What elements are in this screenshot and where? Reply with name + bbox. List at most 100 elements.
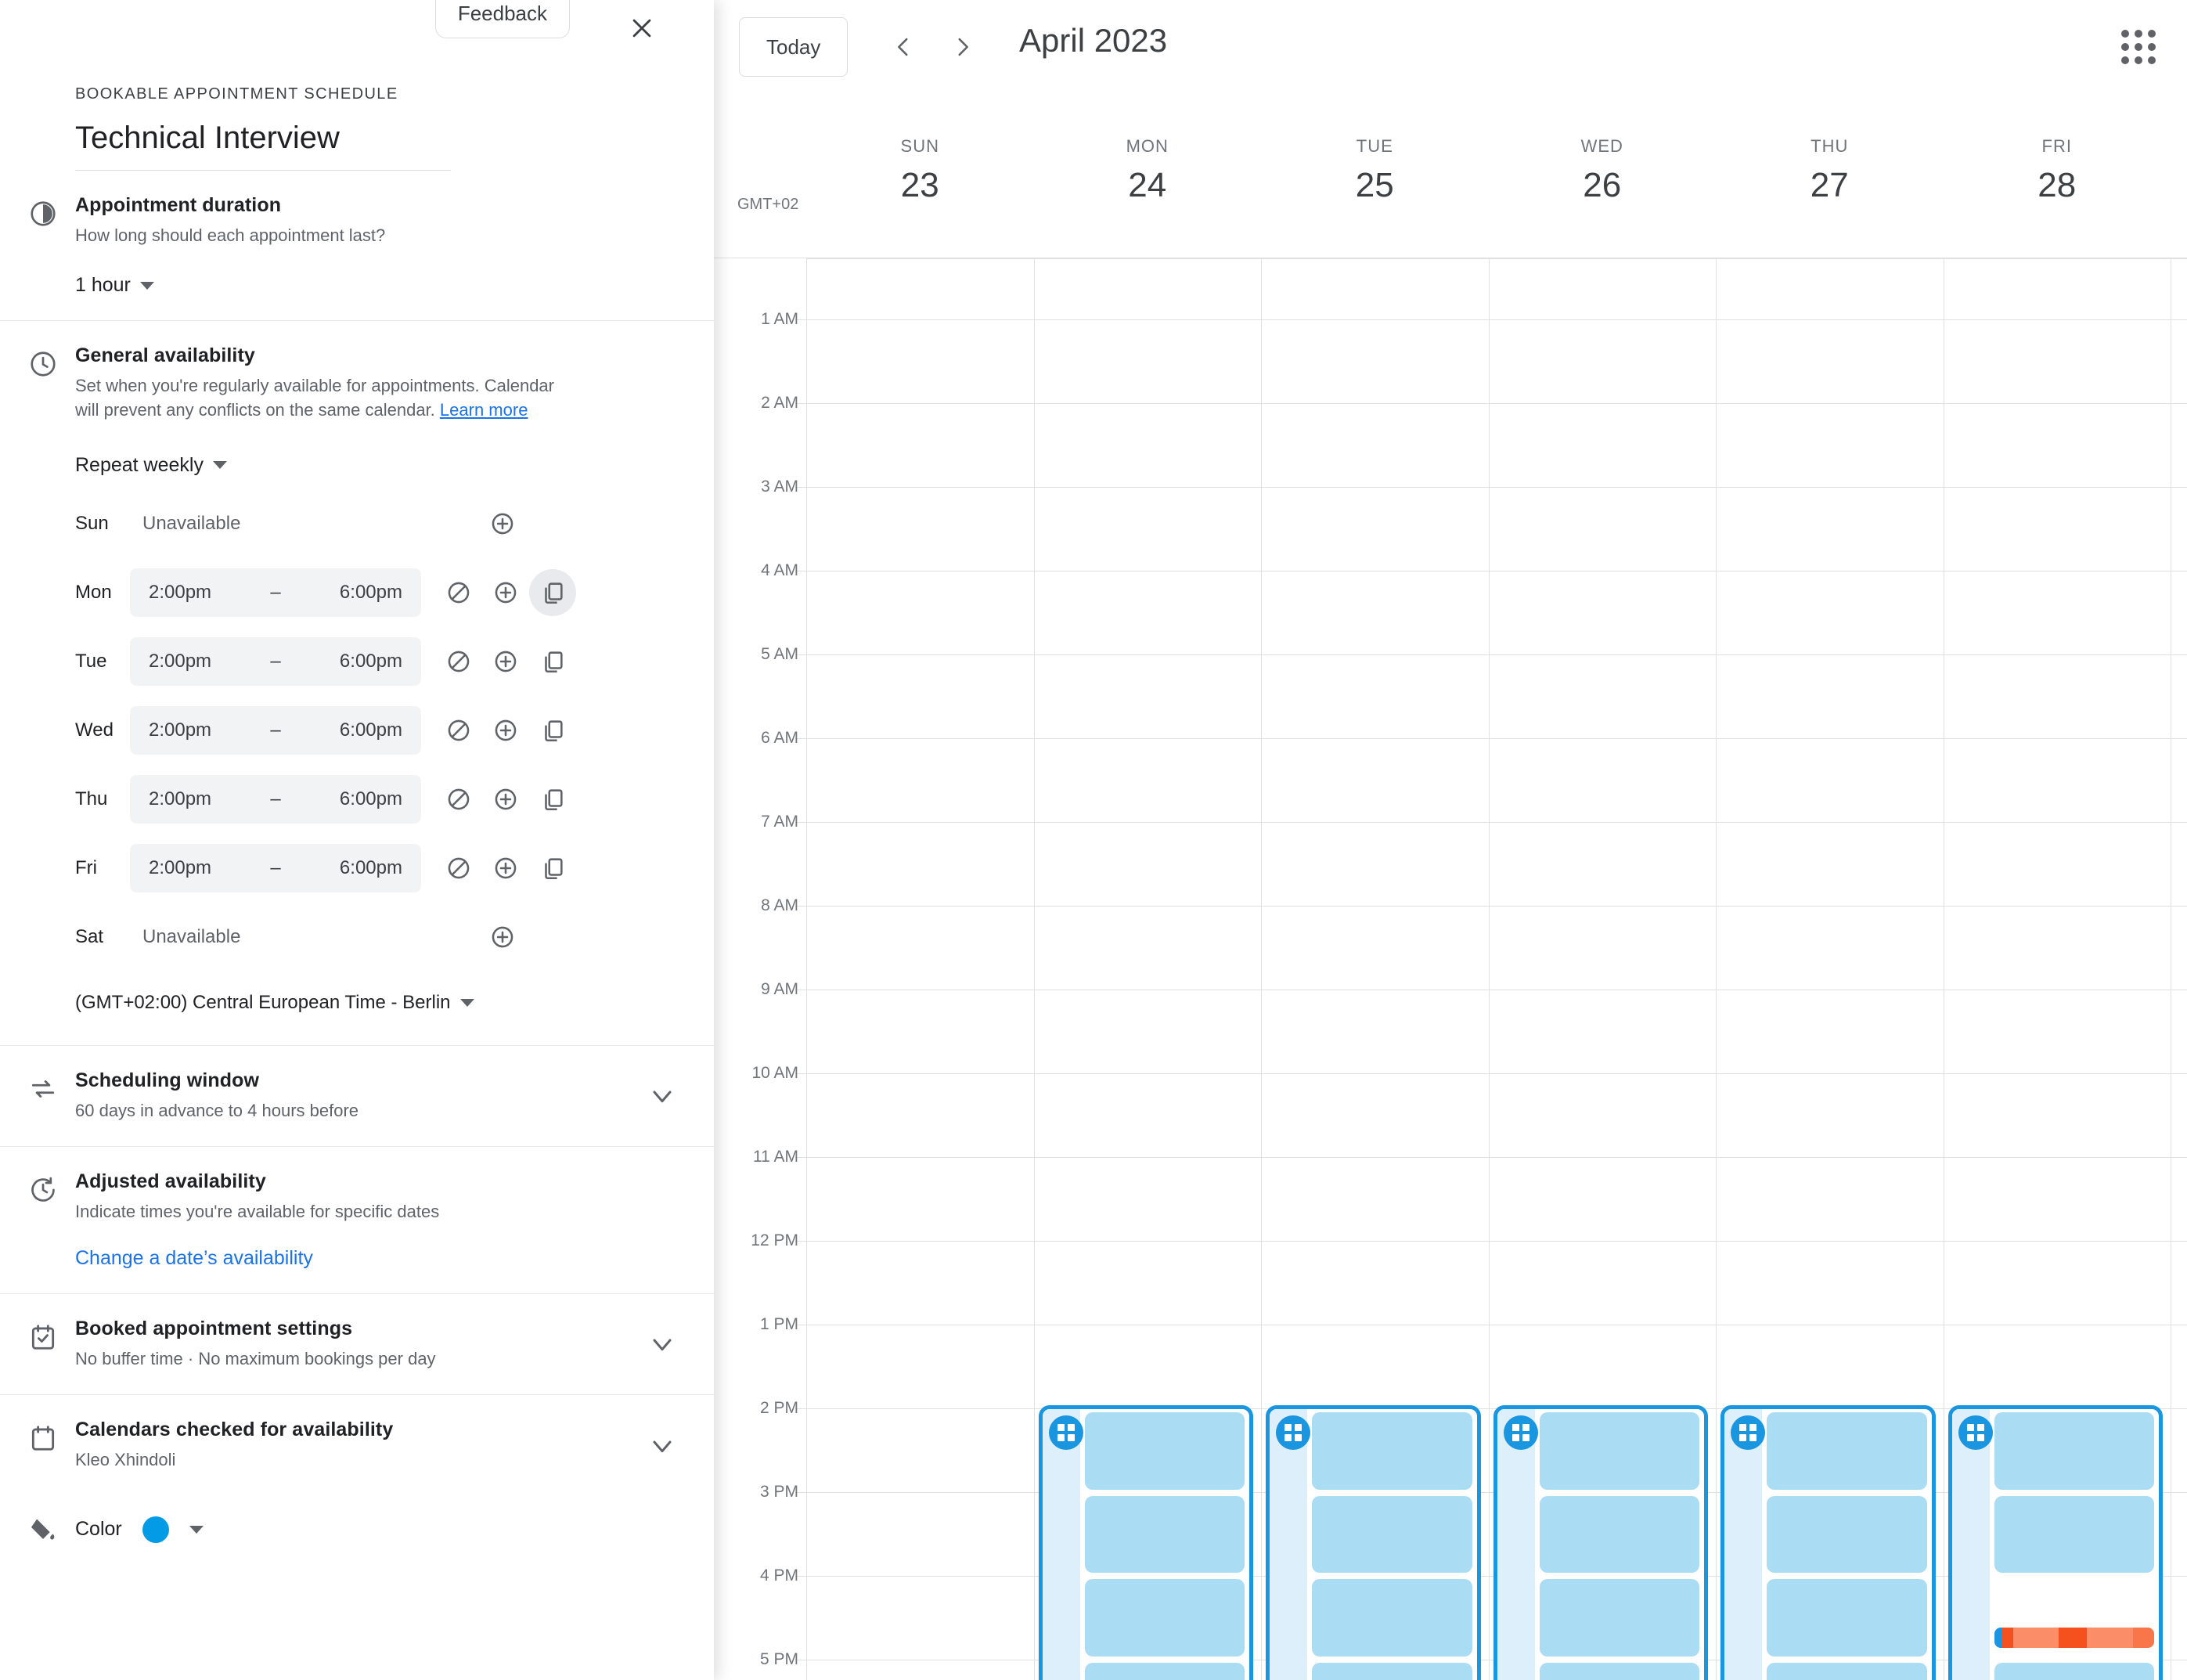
appointment-slot[interactable]	[1312, 1412, 1472, 1490]
duration-dropdown[interactable]: 1 hour	[75, 274, 154, 297]
appointment-slot[interactable]	[1539, 1579, 1699, 1657]
day-label: Tue	[75, 650, 107, 672]
appointment-slot[interactable]	[1312, 1495, 1472, 1573]
section-adjusted-availability: Adjusted availability Indicate times you…	[0, 1145, 714, 1293]
schedule-title-input[interactable]: Technical Interview	[75, 121, 451, 171]
add-availability-icon[interactable]	[482, 569, 529, 616]
duplicate-availability-icon[interactable]	[529, 638, 576, 685]
start-time-input[interactable]: 2:00pm	[149, 857, 211, 879]
end-time-input[interactable]: 6:00pm	[340, 788, 402, 810]
appointment-slot[interactable]	[1539, 1662, 1699, 1680]
appointment-slot[interactable]	[1767, 1412, 1927, 1490]
appointment-slot[interactable]	[1539, 1495, 1699, 1573]
appointment-slot[interactable]	[1994, 1495, 2154, 1573]
appointment-slot[interactable]	[1084, 1412, 1245, 1490]
chevron-left-icon[interactable]	[880, 23, 927, 70]
time-range-box: 2:00pm – 6:00pm	[130, 568, 421, 617]
appointment-slot[interactable]	[1767, 1579, 1927, 1657]
day-header-sun[interactable]: SUN 23	[806, 94, 1034, 205]
appointment-slot[interactable]	[1084, 1579, 1245, 1657]
add-availability-icon[interactable]	[479, 914, 526, 961]
title-field-wrap: Technical Interview	[75, 121, 639, 171]
section-booked-appointment-settings[interactable]: Booked appointment settings No buffer ti…	[0, 1293, 714, 1394]
duplicate-availability-icon[interactable]	[529, 568, 576, 616]
paint-format-icon	[28, 1515, 58, 1545]
chevron-down-icon	[139, 281, 154, 290]
start-time-input[interactable]: 2:00pm	[149, 582, 211, 604]
chevron-down-icon[interactable]	[647, 1080, 678, 1112]
chevron-right-icon[interactable]	[939, 23, 986, 70]
column-divider	[806, 258, 807, 1680]
day-header-thu[interactable]: THU 27	[1716, 94, 1944, 205]
start-time-input[interactable]: 2:00pm	[149, 788, 211, 810]
repeat-dropdown[interactable]: Repeat weekly	[75, 454, 227, 477]
day-label: Mon	[75, 581, 112, 603]
remove-availability-icon[interactable]	[435, 776, 482, 823]
day-number[interactable]: 27	[1716, 166, 1944, 205]
appointment-slot[interactable]	[1084, 1662, 1245, 1680]
remove-availability-icon[interactable]	[435, 707, 482, 754]
section-calendars-checked[interactable]: Calendars checked for availability Kleo …	[0, 1394, 714, 1495]
appointment-schedule-block[interactable]	[1493, 1405, 1708, 1680]
time-range-dash: –	[270, 856, 281, 878]
appointment-schedule-block[interactable]	[1947, 1405, 2163, 1680]
end-time-input[interactable]: 6:00pm	[340, 857, 402, 879]
day-number[interactable]: 26	[1489, 166, 1717, 205]
hour-label: 1 AM	[761, 310, 798, 328]
calendar-icon	[28, 1423, 58, 1453]
appointment-slot[interactable]	[1767, 1495, 1927, 1573]
day-header-fri[interactable]: FRI 28	[1944, 94, 2171, 205]
chevron-down-icon[interactable]	[647, 1328, 678, 1360]
appointment-schedule-block[interactable]	[1266, 1405, 1481, 1680]
appointment-slot[interactable]	[1539, 1412, 1699, 1490]
appointment-slot[interactable]	[1994, 1662, 2154, 1680]
appointment-slot[interactable]	[1994, 1412, 2154, 1490]
change-date-availability-link[interactable]: Change a date’s availability	[75, 1247, 675, 1270]
apps-grid-icon[interactable]	[2112, 20, 2165, 74]
today-button[interactable]: Today	[739, 17, 848, 77]
section-general-availability: General availability Set when you're reg…	[0, 320, 714, 1044]
timezone-dropdown[interactable]: (GMT+02:00) Central European Time - Berl…	[75, 992, 474, 1014]
day-number[interactable]: 24	[1034, 166, 1262, 205]
remove-availability-icon[interactable]	[435, 638, 482, 685]
remove-availability-icon[interactable]	[435, 845, 482, 892]
add-availability-icon[interactable]	[482, 638, 529, 685]
chevron-down-icon[interactable]	[647, 1430, 678, 1462]
appointment-slot[interactable]	[1312, 1579, 1472, 1657]
chevron-down-icon[interactable]	[189, 1525, 204, 1534]
appointment-schedule-block[interactable]	[1720, 1405, 1936, 1680]
appointment-slot[interactable]	[1767, 1662, 1927, 1680]
day-header-tue[interactable]: TUE 25	[1261, 94, 1489, 205]
start-time-input[interactable]: 2:00pm	[149, 651, 211, 672]
end-time-input[interactable]: 6:00pm	[340, 582, 402, 604]
day-number[interactable]: 28	[1944, 166, 2171, 205]
day-of-week-label: SUN	[900, 136, 939, 156]
appointment-slot[interactable]	[1312, 1662, 1472, 1680]
day-number[interactable]: 25	[1261, 166, 1489, 205]
remove-availability-icon[interactable]	[435, 569, 482, 616]
appointment-slot[interactable]	[1084, 1495, 1245, 1573]
day-header-mon[interactable]: MON 24	[1034, 94, 1262, 205]
hour-gridline	[806, 822, 2187, 823]
close-icon[interactable]	[618, 5, 665, 52]
end-time-input[interactable]: 6:00pm	[340, 651, 402, 672]
section-scheduling-window[interactable]: Scheduling window 60 days in advance to …	[0, 1044, 714, 1146]
grid-top-border	[806, 258, 2187, 259]
add-availability-icon[interactable]	[482, 707, 529, 754]
day-number[interactable]: 23	[806, 166, 1034, 205]
duplicate-availability-icon[interactable]	[529, 845, 576, 892]
booked-settings-heading: Booked appointment settings	[75, 1318, 353, 1340]
start-time-input[interactable]: 2:00pm	[149, 719, 211, 741]
feedback-button[interactable]: Feedback	[434, 0, 570, 38]
add-availability-icon[interactable]	[482, 845, 529, 892]
duplicate-availability-icon[interactable]	[529, 707, 576, 754]
duplicate-availability-icon[interactable]	[529, 776, 576, 823]
end-time-input[interactable]: 6:00pm	[340, 719, 402, 741]
day-header-wed[interactable]: WED 26	[1489, 94, 1717, 205]
appointment-schedule-block[interactable]	[1038, 1405, 1253, 1680]
booked-event[interactable]	[1994, 1628, 2155, 1649]
color-swatch[interactable]	[142, 1516, 169, 1543]
add-availability-icon[interactable]	[482, 776, 529, 823]
add-availability-icon[interactable]	[479, 500, 526, 547]
learn-more-link[interactable]: Learn more	[440, 400, 528, 420]
